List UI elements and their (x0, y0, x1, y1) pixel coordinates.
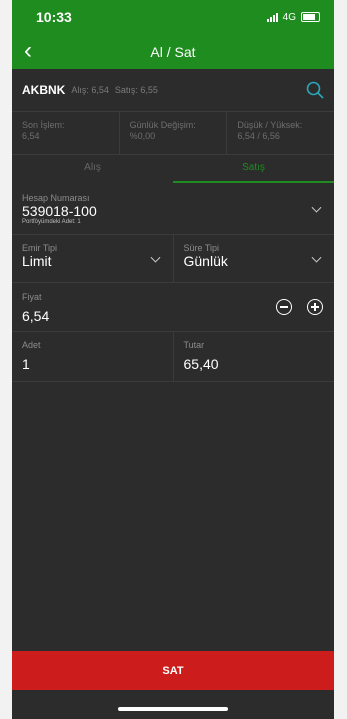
total-label: Tutar (183, 340, 205, 350)
minus-circle-icon[interactable] (276, 299, 292, 315)
phone-screen: 10:33 4G ‹ Al / Sat AKBNK Alış: 6,54 Sat… (12, 0, 334, 719)
order-type-label: Emir Tipi (22, 243, 58, 253)
stats-row: Son İşlem: 6,54 Günlük Değişim: %0,00 Dü… (12, 112, 334, 155)
search-icon[interactable] (306, 81, 324, 99)
quantity-total-row: Adet 1 Tutar 65,40 (12, 332, 334, 382)
total-value: 65,40 (183, 356, 219, 372)
plus-circle-icon[interactable] (307, 299, 323, 315)
stat-label: Son İşlem: (22, 120, 65, 130)
stat-label: Günlük Değişim: (129, 120, 196, 130)
battery-icon (301, 12, 320, 22)
account-value: 539018-100 (22, 203, 97, 219)
order-type-value: Limit (22, 253, 52, 269)
stat-value: 6,54 (22, 131, 40, 141)
nav-bar: ‹ Al / Sat (12, 34, 334, 69)
signal-icon (266, 12, 278, 22)
stat-daily-change: Günlük Değişim: %0,00 (120, 112, 228, 154)
status-bar: 10:33 4G (12, 0, 334, 34)
network-label: 4G (282, 11, 296, 23)
stat-last-trade: Son İşlem: 6,54 (12, 112, 120, 154)
quantity-field[interactable]: Adet 1 (12, 332, 174, 381)
stat-value: 6,54 / 6,56 (237, 131, 280, 141)
portfolio-quantity: Portföyümdeki Adet: 1 (22, 219, 81, 225)
duration-type-label: Süre Tipi (183, 243, 220, 253)
account-label: Hesap Numarası (22, 193, 90, 203)
quantity-value: 1 (22, 356, 30, 372)
stat-value: %0,00 (129, 131, 156, 141)
duration-type-select[interactable]: Süre Tipi Günlük (174, 235, 335, 282)
tab-buy[interactable]: Alış (12, 155, 173, 183)
ask-price: Satış: 6,55 (114, 85, 158, 95)
order-type-select[interactable]: Emir Tipi Limit (12, 235, 174, 282)
quantity-label: Adet (22, 340, 41, 350)
order-options-row: Emir Tipi Limit Süre Tipi Günlük (12, 235, 334, 283)
sell-button[interactable]: SAT (12, 651, 334, 690)
total-field: Tutar 65,40 (174, 332, 335, 381)
symbol-bar: AKBNK Alış: 6,54 Satış: 6,55 (12, 69, 334, 112)
tab-sell[interactable]: Satış (173, 155, 334, 183)
bid-price: Alış: 6,54 (71, 85, 109, 95)
stat-low-high: Düşük / Yüksek: 6,54 / 6,56 (227, 112, 334, 154)
account-select[interactable]: Hesap Numarası 539018-100 Portföyümdeki … (12, 183, 334, 235)
buy-sell-tabs: Alış Satış (12, 155, 334, 183)
price-field[interactable]: Fiyat 6,54 (12, 283, 334, 332)
status-time: 10:33 (36, 9, 72, 25)
stat-label: Düşük / Yüksek: (237, 120, 303, 130)
duration-type-value: Günlük (183, 253, 228, 269)
home-area (12, 690, 334, 719)
home-indicator[interactable] (118, 707, 228, 711)
symbol-code: AKBNK (22, 83, 66, 97)
back-chevron-icon[interactable]: ‹ (24, 39, 32, 63)
page-title: Al / Sat (150, 43, 196, 60)
status-icons: 4G (266, 11, 320, 23)
